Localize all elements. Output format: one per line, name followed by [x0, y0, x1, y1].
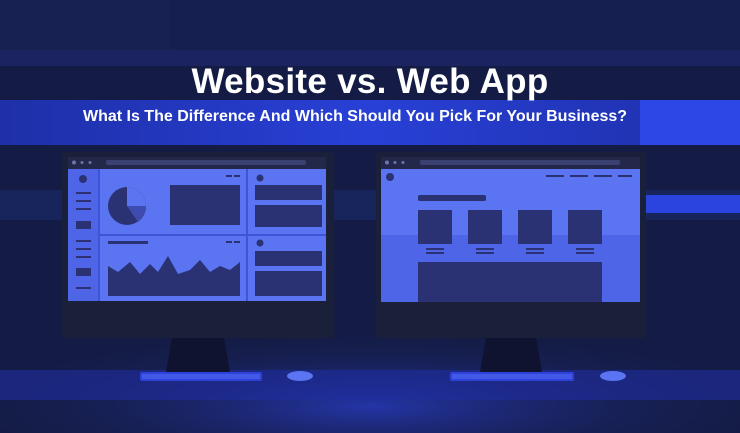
- mouse: [600, 371, 626, 381]
- right-monitor: [376, 152, 646, 381]
- logo-icon: [386, 173, 394, 181]
- home-icon: [72, 160, 76, 165]
- avatar: [79, 175, 87, 183]
- forward-icon: [401, 161, 405, 164]
- monitor-stand: [480, 338, 542, 372]
- back-icon: [393, 161, 397, 164]
- back-icon: [80, 161, 84, 164]
- monitors-illustration: [62, 152, 646, 381]
- mouse: [287, 371, 313, 381]
- left-monitor: [62, 152, 334, 381]
- forward-icon: [88, 161, 92, 164]
- chart-card: [170, 185, 240, 225]
- hero-heading: [418, 195, 486, 201]
- home-icon: [385, 160, 389, 165]
- content-block: [418, 262, 602, 302]
- monitor-stand: [166, 338, 230, 372]
